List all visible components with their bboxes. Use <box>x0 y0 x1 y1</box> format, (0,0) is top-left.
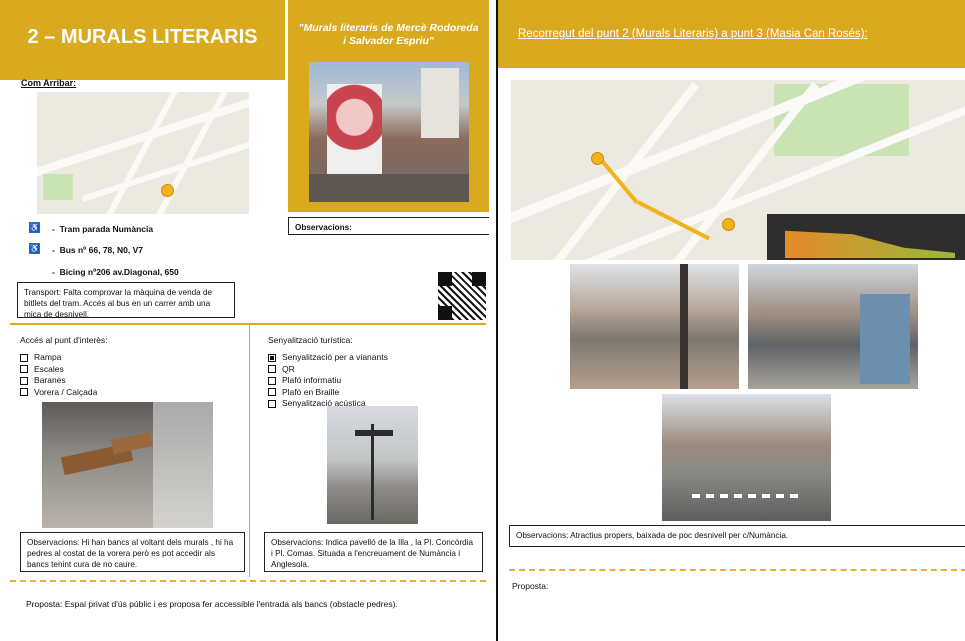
proposal-text: Proposta: Espai privat d'ús públic i es … <box>26 599 398 609</box>
benches-photo <box>42 402 213 528</box>
dashed-divider <box>10 580 486 582</box>
dashed-divider <box>509 569 965 571</box>
page-gap <box>489 0 496 641</box>
column-divider <box>249 325 250 577</box>
accessible-icon: ♿ <box>29 243 40 254</box>
access-list: Rampa Escales Baranes Vorera / Calçada <box>20 352 97 398</box>
accessible-icon: ♿ <box>29 222 40 233</box>
signage-title: Senyalització turística: <box>268 335 353 345</box>
route-end-pin-icon <box>722 218 735 231</box>
signage-item[interactable]: QR <box>268 364 388 376</box>
transport-note-box: Transport: Falta comprovar la màquina de… <box>17 282 235 319</box>
section-divider <box>10 323 486 325</box>
signage-item[interactable]: Plafó informatiu <box>268 375 388 387</box>
right-page: Recorregut del punt 2 (Murals Literaris)… <box>496 0 965 641</box>
observations-label: Observacions: <box>295 223 352 232</box>
point-title: 2 – MURALS LITERARIS <box>27 26 258 48</box>
transport-item-bus: - Bus nº 66, 78, N0, V7 <box>52 245 143 255</box>
signage-item[interactable]: Plafó en Braille <box>268 387 388 399</box>
access-item[interactable]: Baranes <box>20 375 97 387</box>
access-item[interactable]: Rampa <box>20 352 97 364</box>
map-pin-icon <box>161 184 174 197</box>
route-title: Recorregut del punt 2 (Murals Literaris)… <box>518 28 868 40</box>
mural-photo <box>309 62 469 202</box>
elevation-profile <box>767 214 965 260</box>
signage-observations: Observacions: Indica pavelló de la Illa … <box>271 538 474 569</box>
access-item[interactable]: Vorera / Calçada <box>20 387 97 399</box>
signage-observations-box: Observacions: Indica pavelló de la Illa … <box>264 532 483 572</box>
transport-item-bicing: - Bicing nº206 av.Diagonal, 650 <box>52 267 179 277</box>
location-map[interactable] <box>37 92 249 214</box>
route-title-banner: Recorregut del punt 2 (Murals Literaris)… <box>498 0 965 68</box>
qr-code-icon <box>438 272 486 320</box>
route-photo-2 <box>748 264 918 389</box>
route-observations-box: Observacions: Atractius propers, baixada… <box>509 525 965 547</box>
how-to-arrive-label: Com Arribar: <box>21 78 77 88</box>
point-title-banner: 2 – MURALS LITERARIS <box>0 0 285 82</box>
access-observations: Observacions: Hi han bancs al voltant de… <box>27 538 234 569</box>
route-photo-3 <box>662 394 831 521</box>
route-start-pin-icon <box>591 152 604 165</box>
access-observations-box: Observacions: Hi han bancs al voltant de… <box>20 532 245 572</box>
signpost-photo <box>327 406 418 524</box>
signage-item[interactable]: Senyalització per a vianants <box>268 352 388 364</box>
observations-box-top: Observacions: <box>288 217 489 235</box>
transport-note: Transport: Falta comprovar la màquina de… <box>24 288 213 319</box>
mural-caption: "Murals literaris de Mercè Rodoreda i Sa… <box>298 22 479 47</box>
mural-panel: "Murals literaris de Mercè Rodoreda i Sa… <box>288 0 489 212</box>
route-observations: Observacions: Atractius propers, baixada… <box>516 531 789 540</box>
left-page: 2 – MURALS LITERARIS "Murals literaris d… <box>0 0 492 641</box>
signage-list: Senyalització per a vianants QR Plafó in… <box>268 352 388 410</box>
route-map[interactable] <box>511 80 965 260</box>
route-proposal: Proposta: <box>512 581 549 591</box>
route-photo-1 <box>570 264 739 389</box>
transport-item-tram: - Tram parada Numància <box>52 224 154 234</box>
access-title: Accés al punt d'interès: <box>20 335 108 345</box>
access-item[interactable]: Escales <box>20 364 97 376</box>
